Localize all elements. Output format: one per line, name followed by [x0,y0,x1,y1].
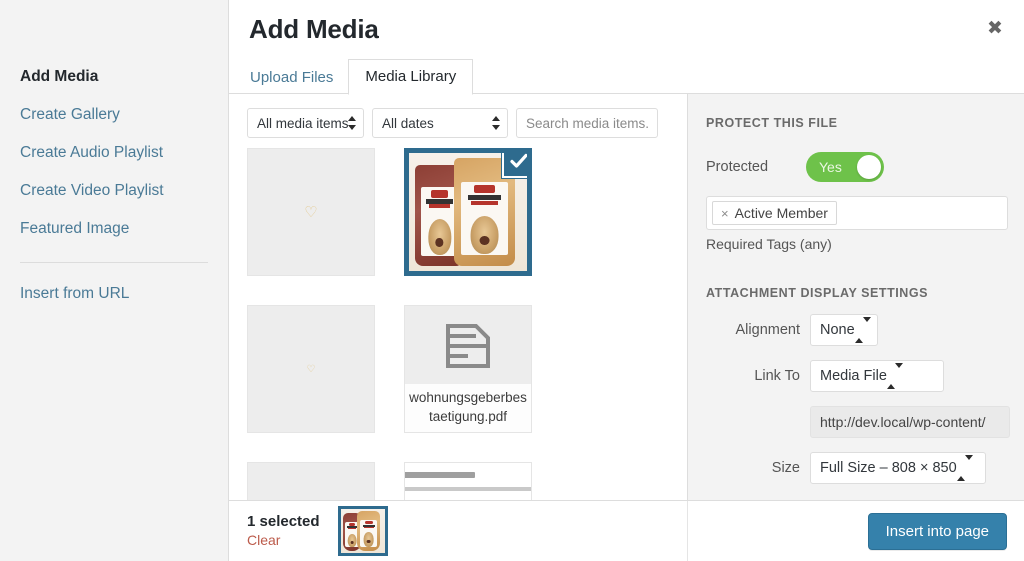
remove-tag-icon[interactable]: × [721,206,729,221]
media-grid-cell: ♡ [247,148,404,305]
media-grid-cell [404,148,561,305]
check-icon[interactable] [502,153,527,178]
size-row: Size Full Size – 808 × 850 [706,452,1007,484]
required-tags-help: Required Tags (any) [706,236,832,252]
display-settings-heading: ATTACHMENT DISPLAY SETTINGS [706,286,929,300]
media-thumb-2[interactable] [404,148,532,276]
insert-into-page-button[interactable]: Insert into page [867,512,1007,550]
alignment-label: Alignment [735,322,800,338]
sidebar-item-create-video-playlist[interactable]: Create Video Playlist [0,172,228,210]
chevron-updown-icon [854,317,871,343]
close-icon[interactable]: ✖ [974,8,1016,50]
media-thumb-1[interactable]: ♡ [247,148,375,276]
date-filter[interactable]: All dates [372,108,508,138]
dogfood-image-small [340,509,385,553]
toggle-knob [857,155,881,179]
sidebar-item-create-gallery[interactable]: Create Gallery [0,96,228,134]
media-router-tabs: Upload Files Media Library [249,58,474,95]
heart-icon: ♡ [248,149,374,275]
link-to-select[interactable]: Media File [810,360,944,392]
protected-toggle-value: Yes [819,159,842,175]
add-media-screen: Add Media Create Gallery Create Audio Pl… [0,0,1024,561]
link-to-value: Media File [820,368,887,384]
media-grid-cell [247,462,404,500]
heart-icon: ♡ [248,306,374,432]
size-select[interactable]: Full Size – 808 × 850 [810,452,986,484]
media-type-filter-value: All media items [257,115,349,131]
chevron-updown-icon [956,455,973,481]
protected-toggle[interactable]: Yes [806,152,884,182]
media-filename: wohnungsgeberbestaetigung.pdf [405,384,531,432]
media-thumb-3[interactable]: ♡ [247,305,375,433]
selection-info: 1 selected Clear [247,512,320,550]
link-to-label: Link To [754,368,800,384]
modal-title: Add Media [249,14,379,44]
search-input[interactable] [516,108,658,138]
media-thumb-5[interactable] [247,462,375,500]
date-filter-value: All dates [382,115,434,131]
media-grid-cell [404,462,561,500]
alignment-select[interactable]: None [810,314,878,346]
sidebar-item-create-audio-playlist[interactable]: Create Audio Playlist [0,134,228,172]
protect-file-heading: PROTECT THIS FILE [706,116,838,130]
media-thumb-4[interactable]: wohnungsgeberbestaetigung.pdf [404,305,532,433]
sidebar-item-add-media[interactable]: Add Media [0,58,228,96]
protected-label: Protected [706,159,769,175]
chevron-updown-icon [348,116,356,130]
blank-placeholder [248,463,374,500]
screenshot-placeholder [405,463,531,500]
size-value: Full Size – 808 × 850 [820,460,957,476]
protected-row: Protected Yes [706,152,1007,182]
media-type-filter[interactable]: All media items [247,108,364,138]
sidebar-item-insert-from-url[interactable]: Insert from URL [0,275,228,313]
footer-divider [687,501,688,561]
media-grid-cell: wohnungsgeberbestaetigung.pdf [404,305,561,462]
media-thumb-6[interactable] [404,462,532,500]
tag-chip-label: Active Member [734,205,828,221]
media-library-area: All media items All dates ♡ [229,94,687,500]
alignment-value: None [820,322,855,338]
chevron-updown-icon [492,116,500,130]
selected-count: 1 selected [247,513,320,530]
tab-media-library[interactable]: Media Library [348,59,474,95]
media-grid-cell: ♡ [247,305,404,462]
media-toolbar-footer: 1 selected Clear Insert into page [229,500,1024,561]
selected-thumbnail[interactable] [337,506,388,556]
attachment-details-panel: PROTECT THIS FILE Protected Yes × Active… [687,94,1024,500]
link-url-field[interactable]: http://dev.local/wp-content/ [810,406,1010,438]
tab-upload-files[interactable]: Upload Files [249,60,348,95]
link-to-row: Link To Media File [706,360,1007,392]
add-media-modal: Add Media ✖ Upload Files Media Library A… [228,0,1024,561]
chevron-updown-icon [886,363,903,389]
required-tags-input[interactable]: × Active Member [706,196,1008,230]
tag-chip[interactable]: × Active Member [712,201,837,225]
sidebar-divider [20,262,208,263]
document-icon [446,324,490,368]
media-toolbar: All media items All dates [229,94,687,148]
clear-selection-button[interactable]: Clear [247,531,320,550]
size-label: Size [771,460,800,476]
sidebar-item-featured-image[interactable]: Featured Image [0,210,228,248]
alignment-row: Alignment None [706,314,1007,346]
media-frame-sidebar: Add Media Create Gallery Create Audio Pl… [0,0,228,561]
media-grid: ♡ ♡ wohnungsgeberbestaetigung.pdf [229,148,687,500]
